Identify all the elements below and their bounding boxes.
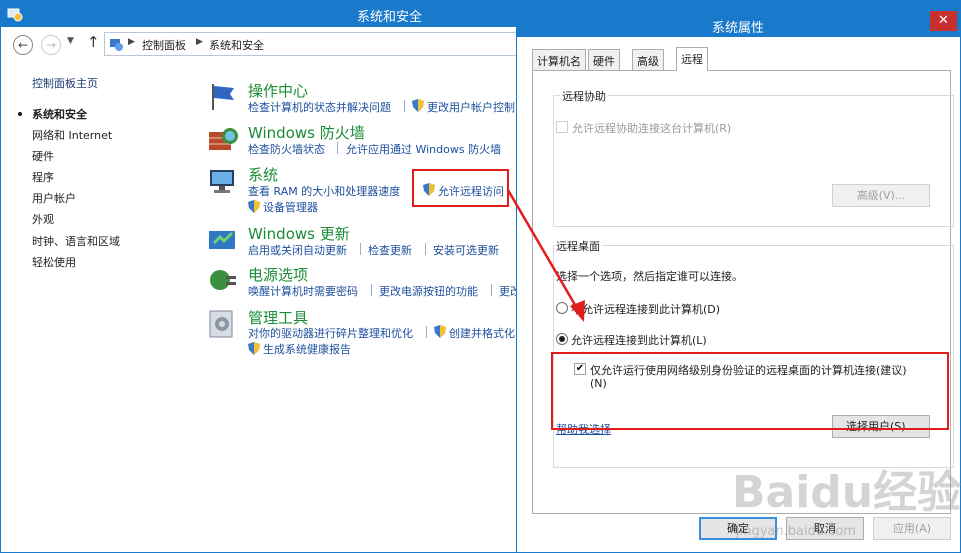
baidu-watermark: Baidu经验 bbox=[732, 467, 961, 518]
link-separator bbox=[404, 100, 405, 112]
apply-button[interactable]: 应用(A) bbox=[873, 517, 951, 540]
uac-shield-icon bbox=[412, 99, 424, 112]
forward-button[interactable]: → bbox=[41, 35, 61, 55]
firewall-title[interactable]: Windows 防火墙 bbox=[248, 122, 365, 143]
recent-locations-dropdown-icon[interactable]: ▼ bbox=[67, 36, 74, 46]
breadcrumb-separator-icon: ▶ bbox=[128, 37, 135, 47]
check-status-link[interactable]: 检查计算机的状态并解决问题 bbox=[248, 99, 391, 115]
power-button-link[interactable]: 更改电源按钮的功能 bbox=[379, 283, 478, 299]
up-arrow-icon[interactable]: ↑ bbox=[87, 33, 100, 51]
check-firewall-link[interactable]: 检查防火墙状态 bbox=[248, 141, 325, 157]
tab-computer-name[interactable]: 计算机名 bbox=[532, 49, 586, 70]
flag-icon bbox=[212, 84, 234, 110]
advanced-button[interactable]: 高级(V)... bbox=[832, 184, 930, 207]
sidebar-item-network[interactable]: 网络和 Internet bbox=[32, 127, 112, 143]
sidebar-item-hardware[interactable]: 硬件 bbox=[32, 148, 54, 164]
view-ram-link[interactable]: 查看 RAM 的大小和处理器速度 bbox=[248, 183, 400, 199]
device-manager-link[interactable]: 设备管理器 bbox=[263, 199, 318, 215]
link-separator bbox=[371, 284, 372, 296]
defrag-link[interactable]: 对你的驱动器进行碎片整理和优化 bbox=[248, 325, 413, 341]
dialog-title: 系统属性 bbox=[712, 21, 765, 36]
computer-icon bbox=[210, 170, 234, 193]
close-button[interactable]: ✕ bbox=[930, 11, 957, 31]
allow-remote-assistance-checkbox[interactable] bbox=[556, 121, 568, 133]
tab-advanced[interactable]: 高级 bbox=[632, 49, 664, 70]
sidebar-item-appearance[interactable]: 外观 bbox=[32, 211, 54, 227]
address-bar[interactable]: ▶ 控制面板 ▶ 系统和安全 bbox=[104, 32, 524, 56]
breadcrumb-control-panel[interactable]: 控制面板 bbox=[142, 37, 186, 53]
link-separator bbox=[425, 243, 426, 255]
link-separator bbox=[491, 284, 492, 296]
close-icon: ✕ bbox=[938, 13, 949, 28]
annotation-highlight-box bbox=[551, 352, 949, 430]
remote-tab-panel: 远程协助 允许远程协助连接这台计算机(R) 高级(V)... 远程桌面 选择一个… bbox=[532, 70, 954, 514]
remote-assistance-label: 远程协助 bbox=[560, 88, 608, 104]
instruction-text: 选择一个选项，然后指定谁可以连接。 bbox=[556, 270, 743, 283]
allow-remote-radio[interactable] bbox=[556, 333, 568, 345]
sidebar-home-link[interactable]: 控制面板主页 bbox=[32, 75, 98, 91]
link-separator bbox=[360, 243, 361, 255]
deny-remote-label: 不允许远程连接到此计算机(D) bbox=[571, 303, 721, 316]
remote-desktop-label: 远程桌面 bbox=[554, 238, 602, 254]
allow-remote-assistance-label: 允许远程协助连接这台计算机(R) bbox=[572, 122, 732, 135]
uac-shield-icon bbox=[248, 342, 260, 355]
allow-app-firewall-link[interactable]: 允许应用通过 Windows 防火墙 bbox=[346, 141, 501, 157]
create-format-link[interactable]: 创建并格式化 bbox=[449, 325, 515, 341]
link-separator bbox=[337, 142, 338, 154]
annotation-highlight-box bbox=[412, 169, 509, 207]
control-panel-icon bbox=[7, 8, 23, 22]
install-optional-updates-link[interactable]: 安装可选更新 bbox=[433, 242, 499, 258]
firewall-icon bbox=[209, 128, 238, 150]
dialog-titlebar: 系统属性 ✕ bbox=[517, 11, 960, 37]
uac-shield-icon bbox=[248, 200, 260, 213]
tab-hardware[interactable]: 硬件 bbox=[588, 49, 620, 70]
breadcrumb-system-security[interactable]: 系统和安全 bbox=[209, 37, 264, 53]
window-title: 系统和安全 bbox=[357, 10, 423, 25]
sidebar-item-clock-region[interactable]: 时钟、语言和区域 bbox=[32, 233, 120, 249]
uac-shield-icon bbox=[434, 325, 446, 338]
power-plug-icon bbox=[210, 270, 236, 290]
allow-remote-label: 允许远程连接到此计算机(L) bbox=[571, 334, 707, 347]
deny-remote-radio[interactable] bbox=[556, 302, 568, 314]
health-report-link[interactable]: 生成系统健康报告 bbox=[263, 341, 351, 357]
change-uac-link[interactable]: 更改用户帐户控制 bbox=[427, 99, 515, 115]
sidebar-item-user-accounts[interactable]: 用户帐户 bbox=[32, 190, 76, 206]
remote-assistance-group: 远程协助 允许远程协助连接这台计算机(R) 高级(V)... bbox=[553, 88, 954, 227]
tab-remote[interactable]: 远程 bbox=[676, 47, 708, 71]
control-panel-icon bbox=[110, 39, 123, 51]
active-bullet-icon bbox=[18, 112, 22, 116]
windows-update-title[interactable]: Windows 更新 bbox=[248, 223, 350, 244]
back-button[interactable]: ← bbox=[13, 35, 33, 55]
check-updates-link[interactable]: 检查更新 bbox=[368, 242, 412, 258]
watermark-url: jingyan.baidu.com bbox=[736, 524, 856, 539]
system-title[interactable]: 系统 bbox=[248, 164, 278, 185]
sidebar-item-ease-of-access[interactable]: 轻松使用 bbox=[32, 254, 76, 270]
power-options-title[interactable]: 电源选项 bbox=[248, 264, 308, 285]
auto-update-link[interactable]: 启用或关闭自动更新 bbox=[248, 242, 347, 258]
windows-update-icon bbox=[209, 231, 235, 249]
admin-tools-icon bbox=[209, 310, 233, 338]
action-center-title[interactable]: 操作中心 bbox=[248, 80, 308, 101]
sidebar-item-system-security[interactable]: 系统和安全 bbox=[32, 106, 87, 122]
breadcrumb-separator-icon: ▶ bbox=[196, 37, 203, 47]
link-separator bbox=[426, 326, 427, 338]
sidebar-item-programs[interactable]: 程序 bbox=[32, 169, 54, 185]
wake-password-link[interactable]: 唤醒计算机时需要密码 bbox=[248, 283, 358, 299]
